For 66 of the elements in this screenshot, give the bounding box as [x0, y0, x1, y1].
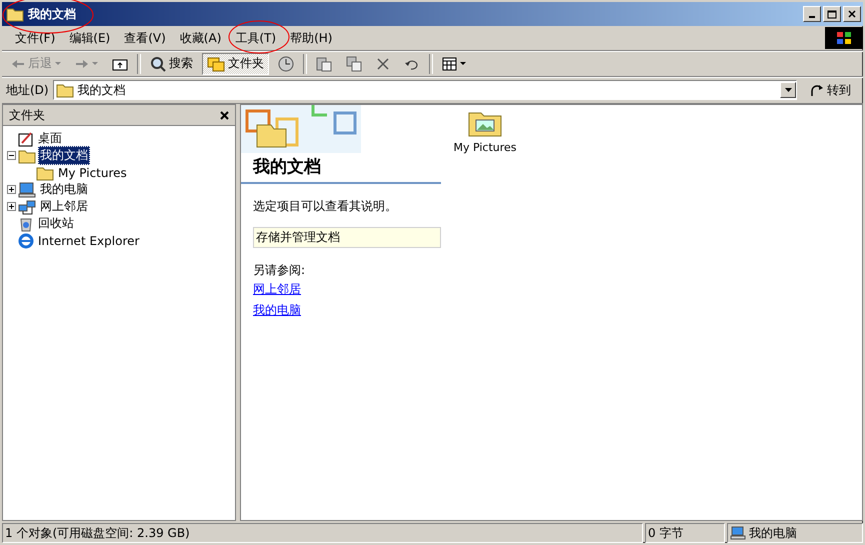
close-icon — [220, 110, 229, 120]
file-label[interactable]: My Pictures — [453, 141, 517, 154]
caret-icon — [784, 88, 792, 92]
network-icon — [18, 198, 36, 214]
move-icon — [316, 56, 332, 72]
address-label: 地址(D) — [6, 82, 49, 98]
grid-icon — [442, 56, 457, 70]
right-arrow-icon — [75, 58, 89, 68]
menu-item[interactable]: 查看(V) — [117, 28, 173, 48]
plus-icon — [8, 186, 15, 193]
computer-icon — [18, 182, 36, 198]
close-icon — [848, 10, 856, 18]
menu-item[interactable]: 编辑(E) — [62, 28, 118, 48]
search-button[interactable]: 搜索 — [145, 52, 198, 74]
tree-item[interactable]: 回收站 — [36, 214, 76, 233]
status-size: 0 字节 — [645, 523, 725, 543]
folder-icon — [18, 148, 36, 164]
minimize-button[interactable] — [803, 6, 821, 22]
info-text: 存储并管理文档 — [253, 227, 441, 248]
tree-item[interactable]: Internet Explorer — [36, 232, 142, 248]
desktop-icon — [18, 130, 34, 146]
plus-icon — [8, 203, 15, 210]
caret-icon — [92, 62, 98, 66]
status-location: 我的电脑 — [749, 524, 797, 542]
tree-item[interactable]: My Pictures — [56, 164, 129, 180]
folder-icon — [6, 6, 24, 22]
see-also-link[interactable]: 网上邻居 — [253, 281, 301, 298]
menu-item[interactable]: 文件(F) — [8, 28, 62, 48]
expand-toggle[interactable] — [7, 185, 16, 194]
caret-icon — [55, 62, 61, 66]
tree-item[interactable]: 我的电脑 — [38, 180, 90, 199]
maximize-icon — [827, 10, 837, 18]
collapse-toggle[interactable] — [7, 151, 16, 160]
caret-icon — [460, 62, 466, 66]
menu-item[interactable]: 收藏(A) — [172, 28, 228, 48]
tree-item[interactable]: 网上邻居 — [38, 197, 90, 216]
delete-icon — [376, 56, 390, 70]
close-button[interactable] — [220, 110, 229, 120]
computer-icon — [730, 526, 746, 540]
address-field[interactable]: 我的文档 — [52, 80, 797, 100]
search-icon — [150, 56, 166, 72]
globe-icon — [18, 232, 34, 248]
copy-icon — [346, 56, 362, 72]
tree-item[interactable]: 桌面 — [36, 129, 64, 148]
expand-toggle[interactable] — [7, 202, 16, 211]
see-also-link[interactable]: 我的电脑 — [253, 302, 301, 319]
window-title: 我的文档 — [28, 6, 76, 22]
flag-icon — [836, 31, 852, 45]
tree-item[interactable]: 我的文档 — [38, 146, 90, 165]
task-pane-heading: 我的文档 — [241, 153, 441, 184]
see-also-label: 另请参阅: — [252, 262, 306, 279]
dropdown-button[interactable] — [780, 82, 796, 98]
go-button[interactable]: 转到 — [801, 82, 859, 98]
hint-text: 选定项目可以查看其说明。 — [252, 198, 398, 215]
clock-icon — [278, 56, 294, 72]
curved-arrow-icon — [809, 82, 825, 98]
menu-item[interactable]: 帮助(H) — [283, 28, 340, 48]
maximize-button[interactable] — [823, 6, 841, 22]
pane-title: 文件夹 — [9, 106, 45, 124]
left-arrow-icon — [11, 58, 25, 68]
recycle-bin-icon — [18, 216, 34, 232]
folders-icon — [207, 56, 225, 72]
folder-icon — [56, 82, 74, 98]
folders-button[interactable]: 文件夹 — [202, 52, 269, 74]
minus-icon — [8, 152, 15, 159]
status-objects: 1 个对象(可用磁盘空间: 2.39 GB) — [2, 523, 643, 543]
